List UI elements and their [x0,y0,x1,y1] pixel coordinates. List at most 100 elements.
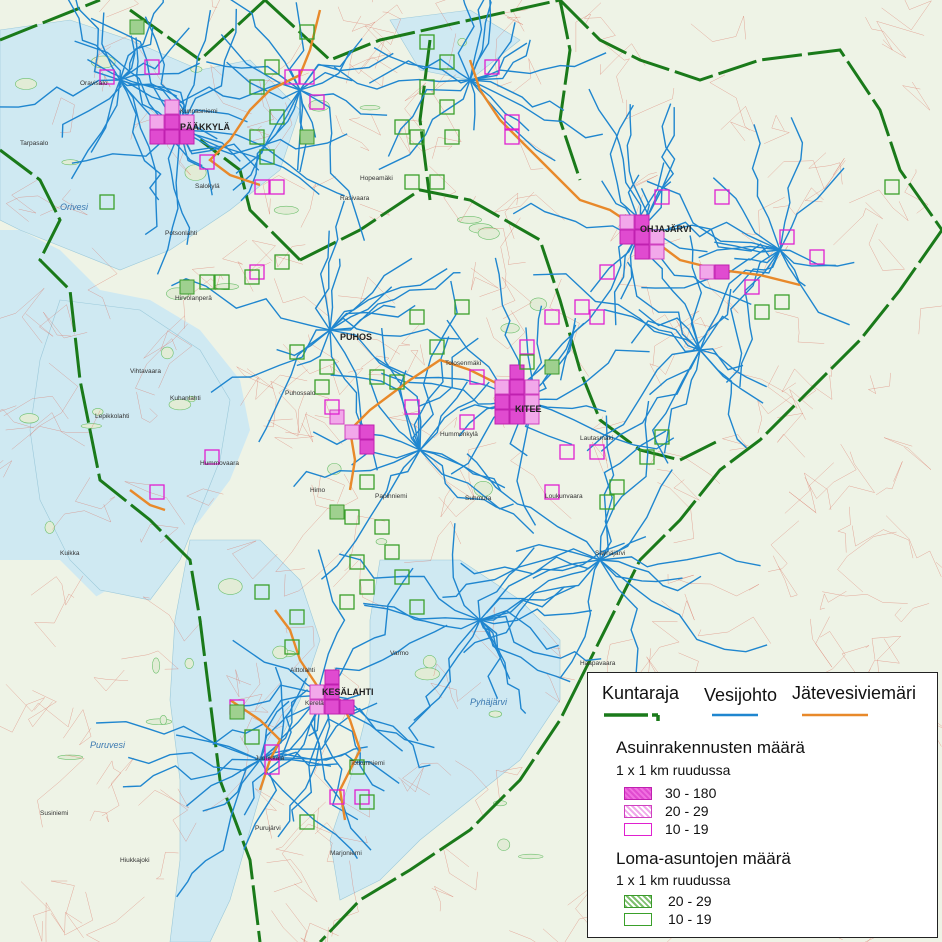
pink-light-hatch-swatch [624,805,652,818]
residential-cell-mid [329,409,345,425]
place-label: Purujärvi [255,825,281,832]
island [15,78,37,90]
place-label: Himo [310,487,326,494]
place-label: Rasivaara [340,195,370,202]
holiday-cell-mid [179,279,195,295]
residential-cell-mid [164,99,180,115]
place-label: Hummonkylä [440,431,478,438]
island [456,216,482,224]
residential-cell-mid [494,379,510,395]
place-label: Kerelä [305,700,324,707]
island [80,423,102,429]
island [152,657,161,674]
sewer-line-icon [802,713,868,717]
holiday-class-label: 10 - 19 [668,911,712,927]
residential-cell-high [324,669,340,685]
place-label: Aittolahti [290,667,315,674]
holiday-subtitle: 1 x 1 km ruudussa [616,872,731,888]
place-label: Puhossalo [285,390,316,397]
town-label-kesalahti: KESÄLAHTI [322,687,374,697]
residential-cell-mid [149,114,165,130]
island [184,657,194,669]
residential-cell-high [634,244,650,260]
town-label-ohjajarvi: OHJAJÄRVI [640,224,691,234]
residential-class-label: 20 - 29 [665,803,709,819]
island [145,718,173,725]
place-label: Oravisalo [80,80,108,87]
legend-boundary-label: Kuntaraja [602,683,680,703]
island [422,655,437,669]
residential-cell-high [494,394,510,410]
residential-cell-high [164,114,180,130]
map-legend: Kuntaraja Vesijohto Jätevesiviemäri Asui… [587,672,938,938]
place-label: Kuikka [60,550,80,557]
island [414,667,440,681]
island [159,714,167,725]
town-label-puhos: PUHOS [340,332,372,342]
residential-class-label: 30 - 180 [665,785,717,801]
green-hatch-swatch [624,895,652,908]
island [359,105,381,111]
island [44,521,55,534]
holiday-cell-mid [129,19,145,35]
island [497,838,511,851]
residential-title: Asuinrakennusten määrä [616,738,806,757]
green-outline-swatch [624,913,652,926]
pink-outline-swatch [624,823,652,836]
holiday-cell-mid [544,359,560,375]
residential-cell-high [509,364,525,380]
place-label: Kunnasniemi [180,108,218,115]
residential-cell-high [359,439,375,455]
residential-cell-mid [699,264,715,280]
place-label: Marjoniemi [330,850,362,857]
residential-class-label: 10 - 19 [665,821,709,837]
place-label: Susiniemi [40,810,68,817]
place-label: Haapavaara [580,660,616,667]
residential-cell-mid [524,379,540,395]
residential-cell-high [619,229,635,245]
island [273,205,299,215]
residential-cell-high [339,699,355,715]
place-label: Hiukkajoki [120,857,150,864]
holiday-cell-mid [299,129,315,145]
residential-cell-high [179,129,195,145]
place-label: Totkunniemi [350,760,385,767]
island [518,853,544,860]
island [161,346,174,360]
place-label: Vihtavaara [130,368,161,375]
place-label: Tarpasalo [20,140,49,147]
island [529,297,547,311]
map-stage: Orivesi Puruvesi Pyhäjärvi KITEE PÄÄKKYL… [0,0,942,942]
residential-cell-high [359,424,375,440]
place-label: Kuhanlahti [170,395,201,402]
town-label-kitee: KITEE [515,404,542,414]
island [500,323,520,334]
legend-sewer-label: Jätevesiviemäri [792,683,917,703]
island [19,413,39,424]
place-label: Varmo [390,650,409,657]
place-label: Salokylä [195,183,220,190]
residential-cell-high [149,129,165,145]
residential-cell-high [714,264,730,280]
place-label: Lautasmäki [580,435,613,442]
residential-cell-high [324,699,340,715]
residential-cell-high [494,409,510,425]
island [218,578,243,595]
place-label: Tolosenmäki [445,360,481,367]
lake-label-orivesi: Orivesi [60,202,89,212]
residential-cell-high [164,129,180,145]
residential-cell-mid [344,424,360,440]
lake-label-pyhajarvi: Pyhäjärvi [470,697,508,707]
place-label: Hopeamäki [360,175,393,182]
town-label-paakkyla: PÄÄKKYLÄ [180,122,231,132]
residential-cell-mid [619,214,635,230]
boundary-line-icon [604,713,660,721]
place-label: Hummovaara [200,460,239,467]
residential-subtitle: 1 x 1 km ruudussa [616,762,731,778]
water-main-line-icon [712,713,758,717]
place-label: Hirvolanperä [175,295,212,302]
residential-cell-mid [649,244,665,260]
holiday-cell-mid [329,504,345,520]
holiday-class-label: 20 - 29 [668,893,712,909]
island [375,538,388,545]
